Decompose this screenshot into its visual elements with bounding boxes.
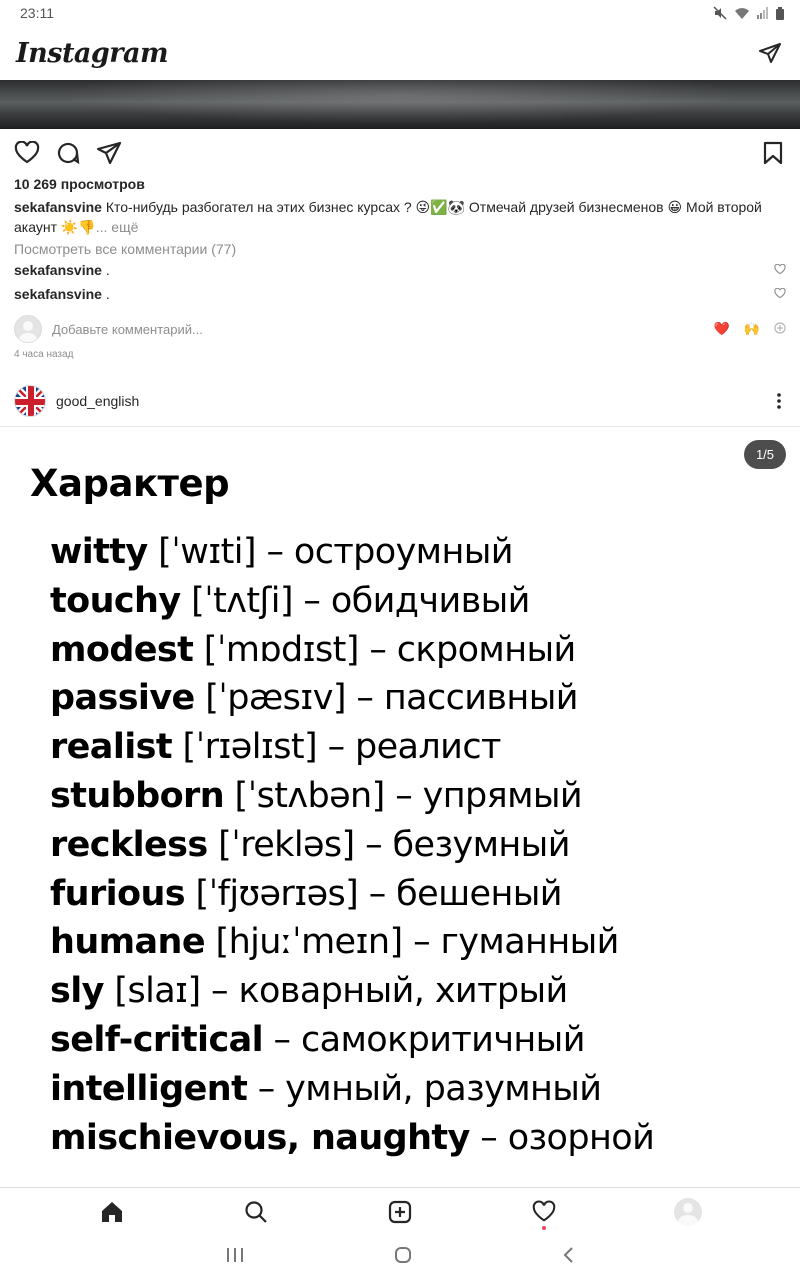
- vocab-line: mischievous, naughty – озорной: [50, 1114, 790, 1163]
- post-timestamp: 4 часа назад: [14, 349, 74, 360]
- vocab-word: modest: [50, 629, 194, 670]
- vocab-translation: [ˈpæsɪv] – пассивный: [194, 678, 578, 719]
- vocab-line: furious [ˈfjʊərɪəs] – бешеный: [50, 870, 790, 919]
- vocab-line: intelligent – умный, разумный: [50, 1065, 790, 1114]
- vocab-translation: [ˈtʌtʃi] – обидчивый: [180, 580, 530, 621]
- vocab-word: touchy: [50, 580, 181, 621]
- vocab-translation: [hjuːˈmeɪn] – гуманный: [204, 922, 620, 963]
- comment-row: sekafansvine .: [14, 286, 786, 302]
- raised-hands-emoji-button[interactable]: 🙌: [744, 321, 760, 337]
- vocab-translation: [ˈmɒdɪst] – скромный: [193, 629, 576, 670]
- more-options-icon[interactable]: [776, 392, 782, 410]
- comment-row: sekafansvine .: [14, 262, 786, 278]
- wifi-icon: [734, 6, 750, 20]
- vocab-word: witty: [50, 532, 148, 572]
- vocab-translation: [ˈrekləs] – безумный: [207, 824, 570, 865]
- vocab-line: stubborn [ˈstʌbən] – упрямый: [50, 772, 790, 821]
- activity-icon[interactable]: [524, 1192, 564, 1232]
- back-icon[interactable]: [562, 1246, 574, 1269]
- vocab-word: mischievous, naughty: [50, 1117, 470, 1158]
- new-post-icon[interactable]: [380, 1192, 420, 1232]
- comment-text: .: [101, 262, 110, 278]
- vocab-line: reckless [ˈrekləs] – безумный: [50, 821, 790, 870]
- vocab-line: modest [ˈmɒdɪst] – скромный: [50, 626, 790, 675]
- vocab-translation: [slaɪ] – коварный, хитрый: [103, 971, 568, 1012]
- vocab-line: self-critical – самокритичный: [50, 1016, 790, 1065]
- vocab-word: realist: [50, 727, 173, 768]
- carousel-page-counter: 1/5: [744, 440, 786, 469]
- vocab-word: sly: [50, 971, 104, 1012]
- vocab-word: passive: [50, 678, 195, 719]
- vocab-line: humane [hjuːˈmeɪn] – гуманный: [50, 918, 790, 967]
- vocab-word: humane: [50, 922, 206, 963]
- add-emoji-icon[interactable]: [774, 321, 786, 337]
- previous-post-media[interactable]: [0, 80, 800, 129]
- comment-username[interactable]: sekafansvine: [14, 286, 102, 302]
- vocab-word: stubborn: [50, 775, 225, 816]
- vocab-translation: – самокритичный: [263, 1019, 586, 1060]
- heart-emoji-button[interactable]: ❤️: [714, 321, 730, 337]
- vocab-word: furious: [50, 873, 186, 914]
- media-shading: [0, 80, 800, 129]
- vocab-word: self-critical: [50, 1019, 264, 1060]
- image-title: Характер: [30, 462, 230, 505]
- share-icon[interactable]: [96, 141, 122, 165]
- post-caption: sekafansvine Кто-нибудь разбогател на эт…: [14, 197, 774, 237]
- vocab-translation: – озорной: [469, 1117, 655, 1158]
- vocab-translation: [ˈfjʊərɪəs] – бешеный: [185, 873, 563, 914]
- home-circle-icon[interactable]: [394, 1246, 412, 1269]
- bottom-nav: [0, 1187, 800, 1235]
- comment-username[interactable]: sekafansvine: [14, 262, 102, 278]
- home-icon[interactable]: [92, 1192, 132, 1232]
- system-nav: [0, 1235, 800, 1280]
- post-header: good_english: [0, 383, 800, 419]
- direct-message-icon[interactable]: [758, 41, 782, 65]
- search-icon[interactable]: [236, 1192, 276, 1232]
- quick-reactions: ❤️ 🙌: [714, 321, 786, 337]
- avatar: [674, 1197, 702, 1226]
- comment-like-icon[interactable]: [774, 262, 786, 278]
- status-bar: 23:11: [0, 0, 800, 26]
- vocab-line: sly [slaɪ] – коварный, хитрый: [50, 967, 790, 1016]
- post-actions: [0, 138, 800, 168]
- add-comment-left: Добавьте комментарий...: [14, 315, 203, 343]
- comment-like-icon[interactable]: [774, 286, 786, 302]
- app-header: Instagram: [0, 26, 800, 80]
- vocab-line: touchy [ˈtʌtʃi] – обидчивый: [50, 577, 790, 626]
- instagram-logo[interactable]: Instagram: [16, 38, 169, 69]
- vocabulary-list: witty [ˈwɪti] – остроумный touchy [ˈtʌtʃ…: [50, 528, 790, 1162]
- battery-icon: [776, 6, 784, 20]
- comment-icon[interactable]: [56, 141, 80, 165]
- post-actions-left: [14, 141, 122, 165]
- vocab-line: witty [ˈwɪti] – остроумный: [50, 528, 790, 577]
- view-count[interactable]: 10 269 просмотров: [14, 176, 145, 192]
- caption-username[interactable]: sekafansvine: [14, 199, 102, 215]
- add-comment-input[interactable]: Добавьте комментарий...: [52, 322, 203, 337]
- vocab-translation: [ˈrɪəlɪst] – реалист: [171, 727, 502, 768]
- vocab-word: intelligent: [50, 1068, 248, 1109]
- vocab-line: realist [ˈrɪəlɪst] – реалист: [50, 723, 790, 772]
- vocab-translation: [ˈstʌbən] – упрямый: [224, 775, 583, 816]
- signal-icon: [757, 7, 769, 19]
- recents-icon[interactable]: [226, 1247, 244, 1268]
- post-username[interactable]: good_english: [56, 393, 139, 409]
- vocab-word: reckless: [50, 824, 208, 865]
- status-icons: [713, 6, 784, 20]
- avatar: [14, 315, 42, 343]
- vocab-translation: – умный, разумный: [247, 1068, 602, 1109]
- heart-icon[interactable]: [14, 141, 40, 165]
- bookmark-icon[interactable]: [762, 141, 784, 165]
- status-time: 23:11: [20, 5, 54, 21]
- view-all-comments-link[interactable]: Посмотреть все комментарии (77): [14, 241, 236, 257]
- notification-dot: [542, 1225, 546, 1230]
- vocab-translation: [ˈwɪti] – остроумный: [147, 532, 513, 572]
- comment-text: .: [101, 286, 110, 302]
- caption-more-link[interactable]: ... ещё: [96, 219, 139, 235]
- vocab-line: passive [ˈpæsɪv] – пассивный: [50, 674, 790, 723]
- profile-icon[interactable]: [668, 1192, 708, 1232]
- mute-icon: [713, 6, 727, 20]
- uk-flag-avatar[interactable]: [14, 385, 46, 417]
- add-comment-row: Добавьте комментарий... ❤️ 🙌: [14, 314, 786, 344]
- post-author[interactable]: good_english: [14, 385, 139, 417]
